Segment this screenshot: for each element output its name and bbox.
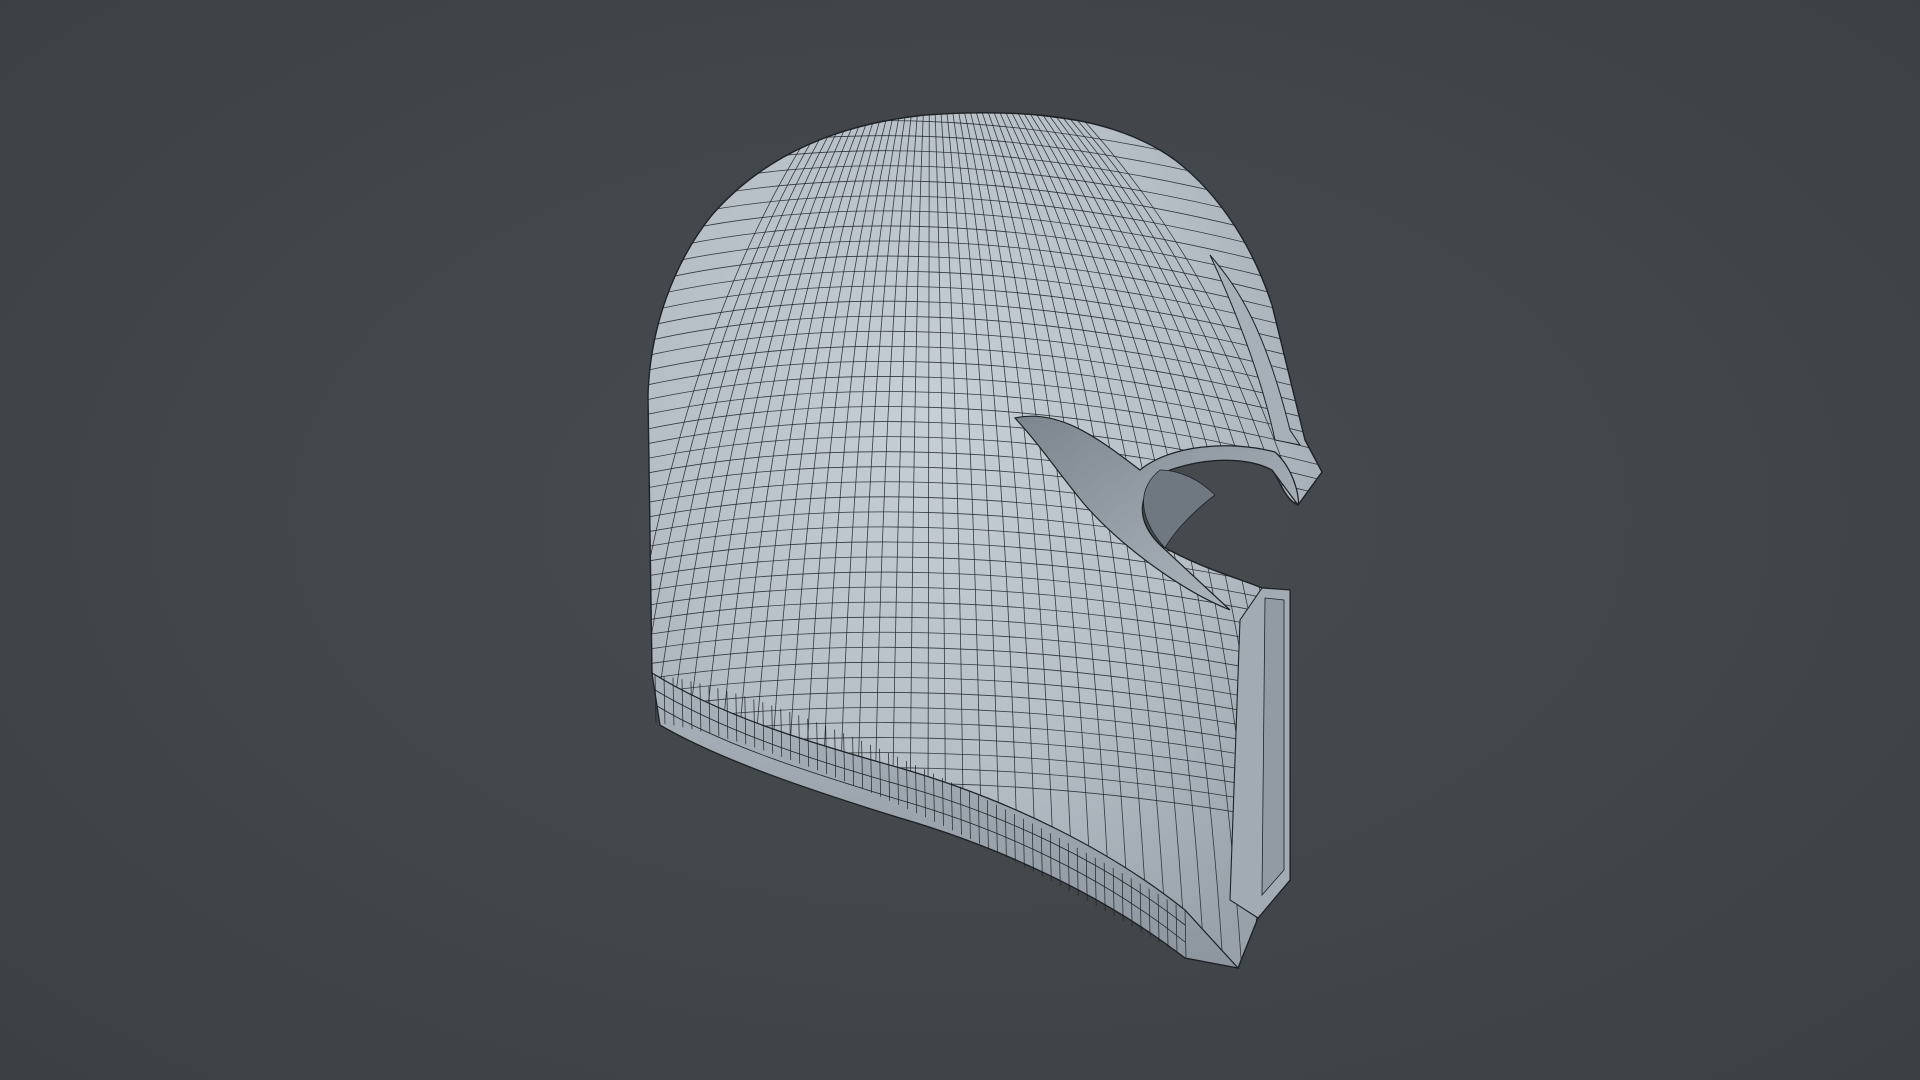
helmet-model[interactable]	[0, 0, 1920, 1080]
3d-viewport[interactable]	[0, 0, 1920, 1080]
face-plate	[1229, 587, 1291, 919]
